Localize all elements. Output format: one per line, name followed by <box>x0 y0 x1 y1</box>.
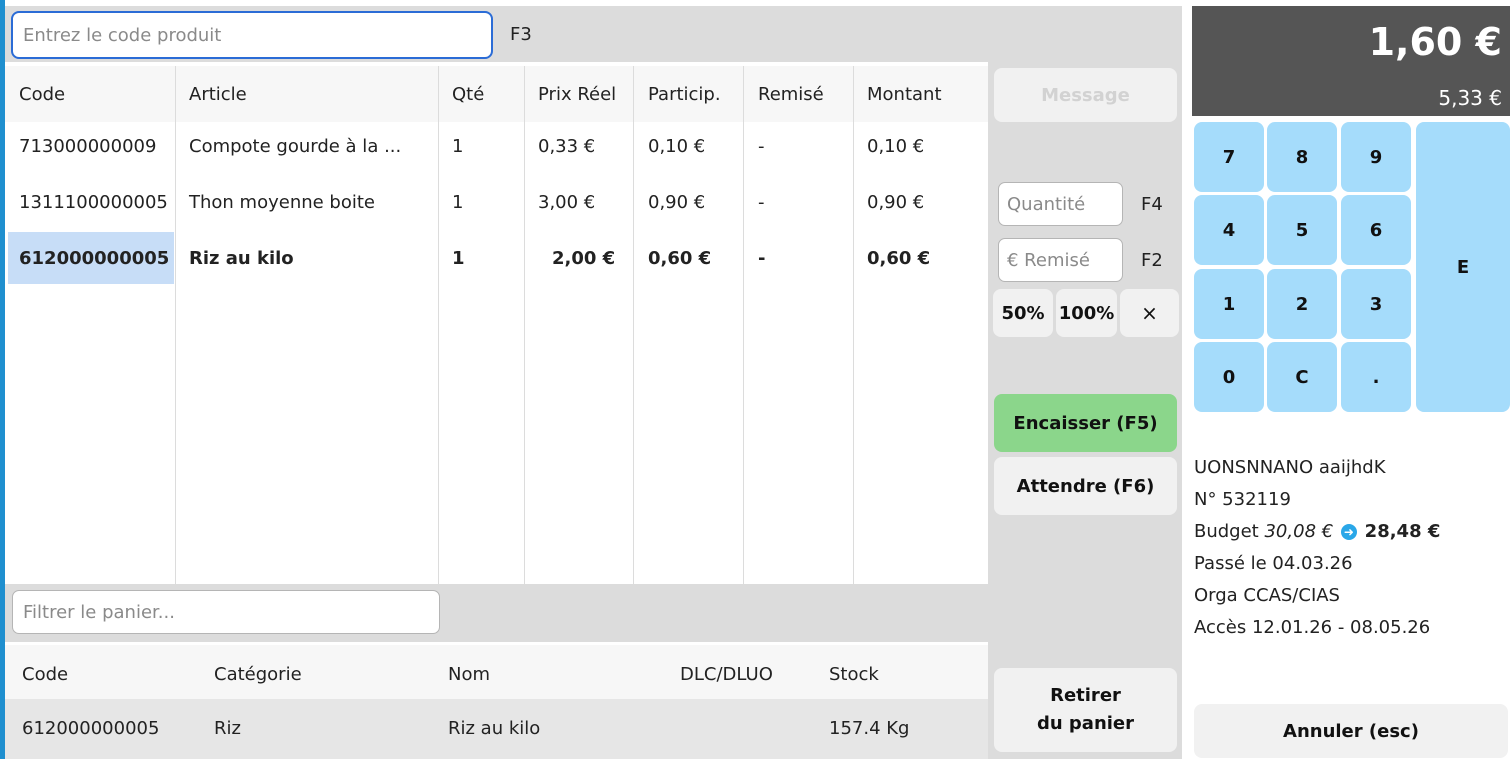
client-info: UONSNNANO aaijhdK N° 532119 Budget 30,08… <box>1194 452 1440 644</box>
cart-cell-real-price: 3,00 € <box>538 192 596 213</box>
keypad-4[interactable]: 4 <box>1194 195 1264 265</box>
column-header-amount[interactable]: Montant <box>867 84 942 105</box>
remove-button-line2: du panier <box>1036 713 1135 734</box>
keypad-8[interactable]: 8 <box>1267 122 1337 192</box>
clear-discount-button[interactable]: × <box>1120 289 1179 337</box>
remove-button-line1: Retirer <box>1050 685 1121 706</box>
search-shortcut-label: F3 <box>510 24 532 45</box>
client-budget: Budget 30,08 € ➜ 28,48 € <box>1194 516 1440 548</box>
column-header-participation[interactable]: Particip. <box>648 84 721 105</box>
cart-cell-code: 612000000005 <box>19 248 170 269</box>
stock-header-name[interactable]: Nom <box>448 664 490 685</box>
keypad-3[interactable]: 3 <box>1341 269 1411 339</box>
cart-cell-article: Compote gourde à la ... <box>189 136 402 157</box>
stock-header-category[interactable]: Catégorie <box>214 664 302 685</box>
cart-cell-article: Thon moyenne boite <box>189 192 376 213</box>
keypad-2[interactable]: 2 <box>1267 269 1337 339</box>
cart-cell-discount: - <box>758 192 765 213</box>
keypad-5[interactable]: 5 <box>1267 195 1337 265</box>
quantity-input[interactable] <box>998 182 1123 226</box>
discount-50-button[interactable]: 50% <box>993 289 1053 337</box>
discount-input[interactable] <box>998 238 1123 282</box>
column-header-qty[interactable]: Qté <box>452 84 484 105</box>
total-display: 1,60 € 5,33 € <box>1192 6 1510 116</box>
total-amount: 1,60 € <box>1368 20 1502 64</box>
cancel-button[interactable]: Annuler (esc) <box>1194 704 1508 758</box>
keypad-7[interactable]: 7 <box>1194 122 1264 192</box>
stock-cell-stock: 157.4 Kg <box>829 718 910 739</box>
arrow-right-icon: ➜ <box>1340 524 1357 540</box>
cart-cell-real-price: 2,00 € <box>552 248 616 269</box>
cart-cell-qty: 1 <box>452 192 464 213</box>
remove-from-cart-button[interactable]: Retirer du panier <box>994 668 1177 752</box>
keypad-0[interactable]: 0 <box>1194 342 1264 412</box>
stock-cell-category: Riz <box>214 718 241 739</box>
keypad-6[interactable]: 6 <box>1341 195 1411 265</box>
cart-cell-amount: 0,60 € <box>867 248 931 269</box>
cart-filter-input[interactable] <box>12 590 440 634</box>
cart-cell-article: Riz au kilo <box>189 248 294 269</box>
client-access-period: Accès 12.01.26 - 08.05.26 <box>1194 617 1431 638</box>
keypad-decimal[interactable]: . <box>1341 342 1411 412</box>
client-organization: Orga CCAS/CIAS <box>1194 585 1340 606</box>
hold-button[interactable]: Attendre (F6) <box>994 457 1177 515</box>
keypad-1[interactable]: 1 <box>1194 269 1264 339</box>
cart-cell-amount: 0,10 € <box>867 136 925 157</box>
cart-table-header <box>5 66 988 122</box>
discount-100-button[interactable]: 100% <box>1056 289 1117 337</box>
stock-header-code[interactable]: Code <box>22 664 68 685</box>
column-header-article[interactable]: Article <box>189 84 247 105</box>
column-header-code[interactable]: Code <box>19 84 65 105</box>
keypad-9[interactable]: 9 <box>1341 122 1411 192</box>
checkout-button[interactable]: Encaisser (F5) <box>994 394 1177 452</box>
budget-after: 28,48 € <box>1364 521 1441 542</box>
budget-before: 30,08 € <box>1264 521 1334 542</box>
client-number: N° 532119 <box>1194 489 1291 510</box>
client-name: UONSNNANO aaijhdK <box>1194 457 1386 478</box>
cart-cell-participation: 0,60 € <box>648 248 712 269</box>
cart-cell-qty: 1 <box>452 248 465 269</box>
keypad-clear[interactable]: C <box>1267 342 1337 412</box>
keypad-enter[interactable]: E <box>1416 122 1510 412</box>
stock-cell-name: Riz au kilo <box>448 718 541 739</box>
cart-cell-amount: 0,90 € <box>867 192 925 213</box>
cart-cell-code: 1311100000005 <box>19 192 168 213</box>
stock-cell-code: 612000000005 <box>22 718 160 739</box>
cart-cell-participation: 0,90 € <box>648 192 706 213</box>
stock-header-stock[interactable]: Stock <box>829 664 879 685</box>
stock-header-dlc[interactable]: DLC/DLUO <box>680 664 773 685</box>
cart-cell-code: 713000000009 <box>19 136 157 157</box>
cart-cell-qty: 1 <box>452 136 464 157</box>
subtotal-amount: 5,33 € <box>1438 86 1502 110</box>
cart-cell-discount: - <box>758 248 766 269</box>
quantity-shortcut-label: F4 <box>1141 194 1163 215</box>
cart-cell-participation: 0,10 € <box>648 136 706 157</box>
product-code-input[interactable] <box>11 11 493 59</box>
column-header-discount[interactable]: Remisé <box>758 84 824 105</box>
message-button[interactable]: Message <box>994 68 1177 122</box>
client-passed-date: Passé le 04.03.26 <box>1194 553 1353 574</box>
budget-label: Budget <box>1194 521 1259 542</box>
cart-cell-discount: - <box>758 136 765 157</box>
column-header-real-price[interactable]: Prix Réel <box>538 84 616 105</box>
discount-shortcut-label: F2 <box>1141 250 1163 271</box>
cart-cell-real-price: 0,33 € <box>538 136 596 157</box>
